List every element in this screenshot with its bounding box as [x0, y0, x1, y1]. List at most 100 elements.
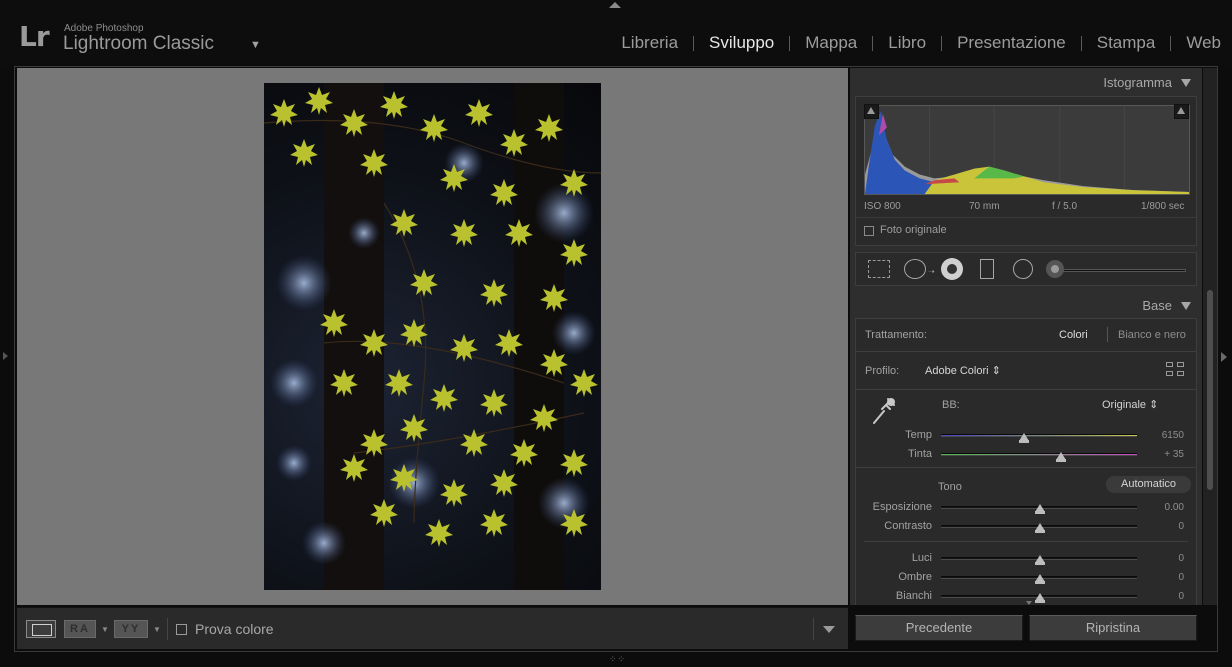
tint-slider-track[interactable]	[941, 453, 1137, 456]
base-collapse-icon[interactable]	[1181, 302, 1191, 310]
histogram-collapse-icon[interactable]	[1181, 79, 1191, 87]
crop-tool-icon[interactable]	[868, 260, 890, 278]
original-photo-checkbox[interactable]	[864, 226, 874, 236]
module-libreria[interactable]: Libreria	[606, 33, 693, 53]
histogram-header[interactable]: Istogramma	[850, 69, 1202, 95]
highlight-clipping-icon[interactable]	[1174, 104, 1189, 119]
base-panel: Trattamento: Colori Bianco e nero Profil…	[855, 318, 1197, 605]
before-after-menu-icon[interactable]: ▼	[101, 625, 109, 634]
exif-iso: ISO 800	[864, 201, 901, 212]
tool-strip: ➝	[855, 252, 1197, 286]
reset-button[interactable]: Ripristina	[1029, 615, 1197, 641]
exif-focal-length: 70 mm	[969, 201, 1000, 212]
exif-shutter: 1/800 sec	[1141, 201, 1185, 212]
toolbar-separator	[167, 618, 168, 640]
temp-slider-track[interactable]	[941, 434, 1137, 437]
photo-preview[interactable]	[264, 83, 601, 590]
white-balance-eyedropper-icon[interactable]	[868, 395, 898, 427]
wb-value: Originale	[1102, 399, 1147, 411]
module-sviluppo[interactable]: Sviluppo	[694, 33, 789, 53]
profile-value: Adobe Colori	[925, 365, 989, 377]
develop-toolbar: RA ▼ YY ▼ Prova colore	[17, 607, 848, 649]
profile-browser-icon[interactable]	[1166, 362, 1186, 378]
exif-aperture: f / 5.0	[1052, 201, 1078, 212]
treatment-bw-option[interactable]: Bianco e nero	[1118, 329, 1186, 341]
module-stampa[interactable]: Stampa	[1082, 33, 1171, 53]
expand-left-panel-icon[interactable]	[3, 352, 8, 360]
radial-filter-icon[interactable]	[1013, 259, 1033, 279]
treatment-color-option[interactable]: Colori	[1059, 329, 1088, 341]
toolbar-content-menu-icon[interactable]	[823, 626, 835, 633]
image-canvas[interactable]	[17, 68, 848, 605]
collapse-top-panel-icon[interactable]	[609, 2, 621, 8]
brush-size-track[interactable]	[1056, 269, 1186, 272]
whites-value[interactable]: 0	[1144, 591, 1184, 602]
right-panel: Istogramma ISO 800 70 mm f / 5.0 1/800 s…	[850, 68, 1202, 605]
module-presentazione[interactable]: Presentazione	[942, 33, 1081, 53]
wb-label: BB:	[942, 399, 960, 411]
row-divider	[864, 541, 1188, 542]
profile-label: Profilo:	[865, 365, 900, 377]
row-divider	[856, 351, 1196, 352]
toolbar-separator	[813, 618, 814, 640]
exposure-label: Esposizione	[872, 501, 932, 513]
brand-title: Lightroom Classic	[63, 33, 214, 54]
shadows-value[interactable]: 0	[1144, 572, 1184, 583]
exposure-value[interactable]: 0.00	[1144, 502, 1184, 513]
tint-slider-thumb[interactable]	[1056, 452, 1066, 462]
base-header[interactable]: Base	[850, 292, 1202, 318]
panel-scroll-caret-icon	[1026, 601, 1032, 605]
histogram-title: Istogramma	[1103, 75, 1172, 90]
module-libro[interactable]: Libro	[873, 33, 941, 53]
shadows-slider-thumb[interactable]	[1035, 574, 1045, 584]
contrast-value[interactable]: 0	[1144, 521, 1184, 532]
lightroom-logo: Lr	[19, 20, 50, 53]
before-after-button[interactable]: RA	[64, 620, 96, 638]
adjustment-brush-icon[interactable]	[1046, 260, 1064, 278]
maple-leaves-photo	[264, 83, 601, 590]
module-mappa[interactable]: Mappa	[790, 33, 872, 53]
histogram-divider	[856, 217, 1196, 218]
exposure-slider-thumb[interactable]	[1035, 504, 1045, 514]
spot-removal-arrow-icon: ➝	[928, 267, 935, 276]
tint-label: Tinta	[907, 448, 932, 460]
base-title: Base	[1142, 298, 1172, 313]
red-eye-icon[interactable]	[941, 258, 963, 280]
highlights-slider-thumb[interactable]	[1035, 555, 1045, 565]
contrast-slider-thumb[interactable]	[1035, 523, 1045, 533]
identity-plate-menu-icon[interactable]: ▼	[250, 39, 261, 51]
shadows-label: Ombre	[898, 571, 932, 583]
soft-proofing-label[interactable]: Prova colore	[195, 621, 274, 637]
filmstrip-toggle-icon[interactable]: ⁘⁘	[609, 654, 626, 665]
tint-value[interactable]: + 35	[1144, 449, 1184, 460]
treatment-label: Trattamento:	[865, 329, 927, 341]
graduated-filter-icon[interactable]	[980, 259, 994, 279]
highlights-label: Luci	[911, 552, 932, 564]
scrollbar-thumb[interactable]	[1207, 290, 1213, 490]
histogram-curves	[865, 106, 1189, 194]
wb-select[interactable]: Originale ⇕	[1102, 398, 1158, 411]
row-divider	[856, 389, 1196, 390]
temp-slider-thumb[interactable]	[1019, 433, 1029, 443]
loupe-view-button[interactable]	[26, 620, 56, 638]
whites-slider-thumb[interactable]	[1035, 593, 1045, 603]
auto-tone-button[interactable]: Automatico	[1106, 476, 1191, 493]
module-web[interactable]: Web	[1171, 33, 1232, 53]
spot-removal-icon[interactable]	[904, 259, 926, 279]
original-photo-label[interactable]: Foto originale	[880, 224, 947, 236]
collapse-right-panel-icon[interactable]	[1221, 352, 1227, 362]
profile-select[interactable]: Adobe Colori ⇕	[925, 364, 1001, 377]
highlights-value[interactable]: 0	[1144, 553, 1184, 564]
shadow-clipping-icon[interactable]	[864, 104, 879, 119]
whites-label: Bianchi	[895, 590, 932, 602]
swap-menu-icon[interactable]: ▼	[153, 625, 161, 634]
top-bar: Lr Adobe Photoshop Lightroom Classic ▼ L…	[0, 0, 1232, 66]
contrast-label: Contrasto	[884, 520, 932, 532]
before-after-swap-button[interactable]: YY	[114, 620, 148, 638]
right-panel-scrollbar[interactable]	[1203, 68, 1217, 605]
temp-value[interactable]: 6150	[1144, 430, 1184, 441]
previous-settings-button[interactable]: Precedente	[855, 615, 1023, 641]
soft-proofing-checkbox[interactable]	[176, 624, 187, 635]
histogram-graph[interactable]	[864, 105, 1190, 195]
tone-label: Tono	[938, 481, 962, 493]
